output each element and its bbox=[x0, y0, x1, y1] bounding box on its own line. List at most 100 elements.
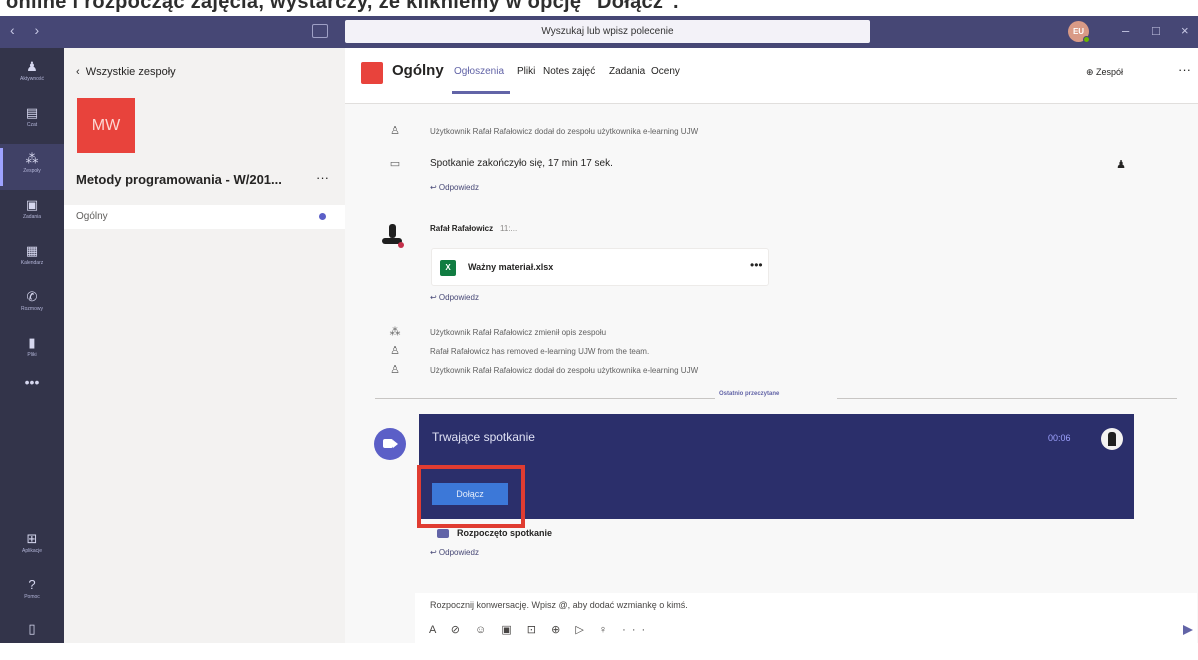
divider-line bbox=[837, 398, 1177, 399]
tab-assignments[interactable]: Zadania bbox=[609, 66, 645, 77]
meeting-timer: 00:06 bbox=[1048, 433, 1071, 443]
reply-link[interactable]: ↩ Odpowiedz bbox=[430, 183, 479, 192]
message-time: 11:... bbox=[500, 224, 518, 233]
bell-icon: ♟ bbox=[26, 59, 38, 74]
unread-dot-icon bbox=[319, 213, 326, 220]
all-teams-link[interactable]: ‹ Wszystkie zespoły bbox=[76, 66, 176, 78]
assignments-icon: ▣ bbox=[25, 197, 39, 212]
tab-files[interactable]: Pliki bbox=[517, 66, 535, 77]
meeting-started-text: Rozpoczęto spotkanie bbox=[457, 528, 553, 538]
rail-item-files[interactable]: ▮ Pliki bbox=[0, 328, 64, 374]
app-rail: ♟ Aktywność ▤ Czat ⁂ Zespoły ▣ Zadania ▦… bbox=[0, 48, 64, 643]
avatar-initials: EU bbox=[1072, 27, 1085, 36]
rail-label: Kalendarz bbox=[20, 260, 44, 266]
rail-label: Aktywność bbox=[20, 76, 44, 82]
team-button[interactable]: ⊕ Zespół bbox=[1086, 67, 1123, 78]
meeting-ended-text: Spotkanie zakończyło się, 17 min 17 sek. bbox=[430, 158, 613, 169]
rail-label: Zadania bbox=[22, 214, 42, 220]
file-name: Ważny materiał.xlsx bbox=[468, 262, 554, 272]
participant-avatar bbox=[1101, 428, 1123, 450]
team-name: Metody programowania - W/201... bbox=[76, 172, 282, 187]
header-more-button[interactable]: ··· bbox=[1178, 62, 1191, 77]
file-more-button[interactable]: ••• bbox=[750, 258, 763, 272]
team-more-button[interactable]: ··· bbox=[316, 170, 329, 185]
last-read-label: Ostatnio przeczytane bbox=[719, 391, 780, 397]
tab-grades[interactable]: Oceny bbox=[651, 66, 680, 77]
rail-item-device[interactable]: ▯ bbox=[0, 614, 64, 660]
help-icon: ? bbox=[28, 577, 36, 592]
channel-label: Ogólny bbox=[76, 211, 108, 222]
rail-label: Aplikacje bbox=[21, 548, 42, 554]
add-member-icon: ♙ bbox=[390, 364, 400, 376]
reply-link[interactable]: ↩ Odpowiedz bbox=[430, 293, 479, 302]
user-avatar[interactable]: EU bbox=[1068, 21, 1090, 43]
channel-team-icon bbox=[361, 62, 383, 84]
calendar-icon: ▦ bbox=[25, 243, 39, 258]
tab-posts[interactable]: Ogłoszenia bbox=[454, 66, 504, 77]
teams-icon: ⁂ bbox=[25, 151, 39, 166]
highlight-annotation bbox=[417, 465, 525, 528]
chat-icon: ▤ bbox=[25, 105, 39, 120]
caption-label: online i rozpocząć zajęcia, wystarczy, ż… bbox=[6, 0, 679, 13]
send-icon[interactable] bbox=[1183, 625, 1193, 635]
team-avatar: MW bbox=[77, 98, 135, 153]
sender-name: Rafał Rafałowicz bbox=[430, 224, 494, 233]
system-message: Użytkownik Rafał Rafałowicz dodał do zes… bbox=[430, 127, 699, 136]
rail-more-button[interactable]: ••• bbox=[0, 374, 64, 390]
meeting-started-icon bbox=[437, 529, 449, 538]
title-bar: ‹ › Wyszukaj lub wpisz polecenie EU – □ … bbox=[0, 16, 1198, 48]
compose-toolbar[interactable]: A ⊘ ☺ ▣ ⊡ ⊕ ▷ ♀ ··· bbox=[429, 623, 651, 636]
rail-item-help[interactable]: ? Pomoc bbox=[0, 570, 64, 616]
compose-input[interactable]: Rozpocznij konwersację. Wpisz @, aby dod… bbox=[430, 600, 688, 610]
caption-text: online i rozpocząć zajęcia, wystarczy, ż… bbox=[0, 0, 1198, 16]
system-message: Rafał Rafałowicz has removed e-learning … bbox=[430, 347, 650, 356]
divider-line bbox=[375, 398, 715, 399]
search-input[interactable]: Wyszukaj lub wpisz polecenie bbox=[345, 20, 870, 43]
rail-item-calendar[interactable]: ▦ Kalendarz bbox=[0, 236, 64, 282]
rail-item-assignments[interactable]: ▣ Zadania bbox=[0, 190, 64, 236]
sender-avatar bbox=[382, 224, 404, 248]
rail-label: Czat bbox=[26, 122, 38, 128]
calls-icon: ✆ bbox=[26, 289, 38, 304]
chevron-left-icon: ‹ bbox=[76, 66, 86, 78]
back-label: Wszystkie zespoły bbox=[85, 66, 176, 78]
rail-item-apps[interactable]: ⊞ Aplikacje bbox=[0, 524, 64, 570]
rail-label: Rozmowy bbox=[21, 306, 43, 312]
meeting-icon: ▭ bbox=[389, 158, 401, 170]
description-icon: ⁂ bbox=[389, 326, 401, 338]
rail-item-teams[interactable]: ⁂ Zespoły bbox=[0, 144, 64, 190]
compose-icon[interactable] bbox=[312, 24, 328, 38]
system-message: Użytkownik Rafał Rafałowicz dodał do zes… bbox=[430, 366, 699, 375]
reply-link[interactable]: ↩ Odpowiedz bbox=[430, 548, 479, 557]
apps-icon: ⊞ bbox=[26, 531, 38, 546]
rail-item-chat[interactable]: ▤ Czat bbox=[0, 98, 64, 144]
rail-item-calls[interactable]: ✆ Rozmowy bbox=[0, 282, 64, 328]
compose-box[interactable]: Rozpocznij konwersację. Wpisz @, aby dod… bbox=[415, 593, 1197, 643]
channel-item-general[interactable]: Ogólny bbox=[64, 205, 345, 229]
channel-header: Ogólny Ogłoszenia Pliki Notes zajęć Zada… bbox=[345, 48, 1198, 104]
rail-label: Pliki bbox=[27, 352, 37, 358]
close-button[interactable]: × bbox=[1181, 23, 1189, 38]
presence-icon bbox=[1083, 36, 1090, 43]
tab-class-notebook[interactable]: Notes zajęć bbox=[543, 66, 595, 77]
minimize-button[interactable]: – bbox=[1122, 23, 1129, 38]
rail-label: Pomoc bbox=[24, 594, 40, 600]
channel-title: Ogólny bbox=[392, 62, 444, 79]
nav-arrows[interactable]: ‹ › bbox=[10, 22, 47, 38]
main-area: Ogólny Ogłoszenia Pliki Notes zajęć Zada… bbox=[345, 48, 1198, 643]
video-camera-icon bbox=[374, 428, 406, 460]
rail-label: Zespoły bbox=[23, 168, 41, 174]
rail-item-activity[interactable]: ♟ Aktywność bbox=[0, 52, 64, 98]
system-message: Użytkownik Rafał Rafałowicz zmienił opis… bbox=[430, 328, 607, 337]
remove-member-icon: ♙ bbox=[390, 345, 400, 357]
person-icon: ♟ bbox=[1116, 159, 1126, 171]
device-icon: ▯ bbox=[28, 621, 36, 636]
teams-panel: ‹ Wszystkie zespoły MW Metody programowa… bbox=[64, 48, 345, 643]
meeting-title: Trwające spotkanie bbox=[432, 430, 535, 444]
files-icon: ▮ bbox=[28, 335, 36, 350]
excel-icon: X bbox=[440, 260, 456, 276]
ongoing-meeting-card: Trwające spotkanie 00:06 Dołącz bbox=[419, 414, 1134, 519]
active-tab-indicator bbox=[452, 91, 510, 94]
maximize-button[interactable]: □ bbox=[1152, 23, 1160, 38]
file-attachment[interactable]: X Ważny materiał.xlsx ••• bbox=[431, 248, 769, 286]
